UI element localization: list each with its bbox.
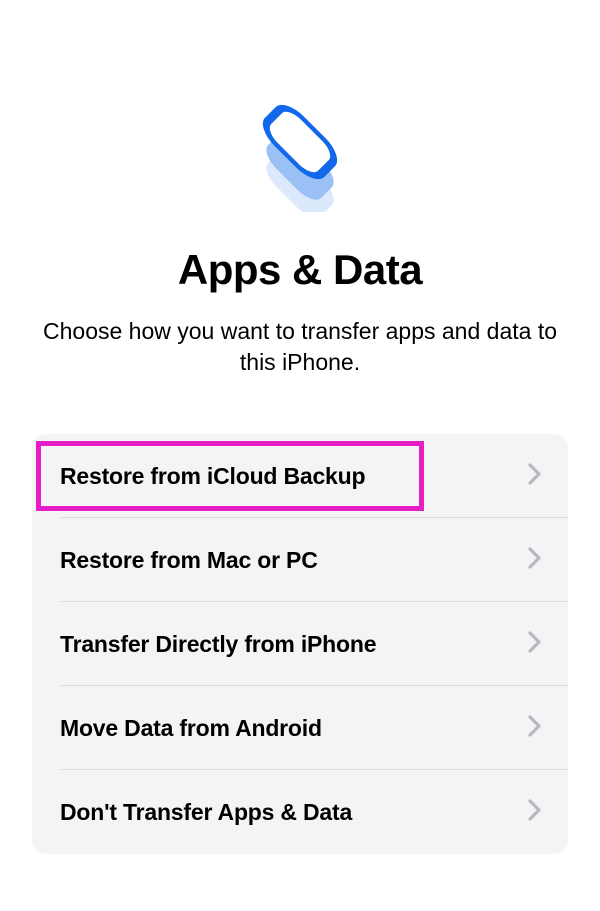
chevron-right-icon [528,715,542,742]
chevron-right-icon [528,799,542,826]
option-transfer-iphone[interactable]: Transfer Directly from iPhone [32,602,568,686]
page-subtitle: Choose how you want to transfer apps and… [0,316,600,378]
option-label: Move Data from Android [60,715,322,742]
page-title: Apps & Data [178,246,422,294]
chevron-right-icon [528,547,542,574]
apps-data-icon [240,92,360,212]
chevron-right-icon [528,463,542,490]
option-label: Restore from iCloud Backup [60,463,365,490]
option-label: Transfer Directly from iPhone [60,631,376,658]
option-label: Don't Transfer Apps & Data [60,799,352,826]
option-move-android[interactable]: Move Data from Android [32,686,568,770]
option-restore-mac-pc[interactable]: Restore from Mac or PC [32,518,568,602]
chevron-right-icon [528,631,542,658]
options-list: Restore from iCloud Backup Restore from … [32,434,568,854]
option-restore-icloud[interactable]: Restore from iCloud Backup [32,434,568,518]
option-dont-transfer[interactable]: Don't Transfer Apps & Data [32,770,568,854]
stacked-squares-icon [240,92,360,212]
option-label: Restore from Mac or PC [60,547,318,574]
